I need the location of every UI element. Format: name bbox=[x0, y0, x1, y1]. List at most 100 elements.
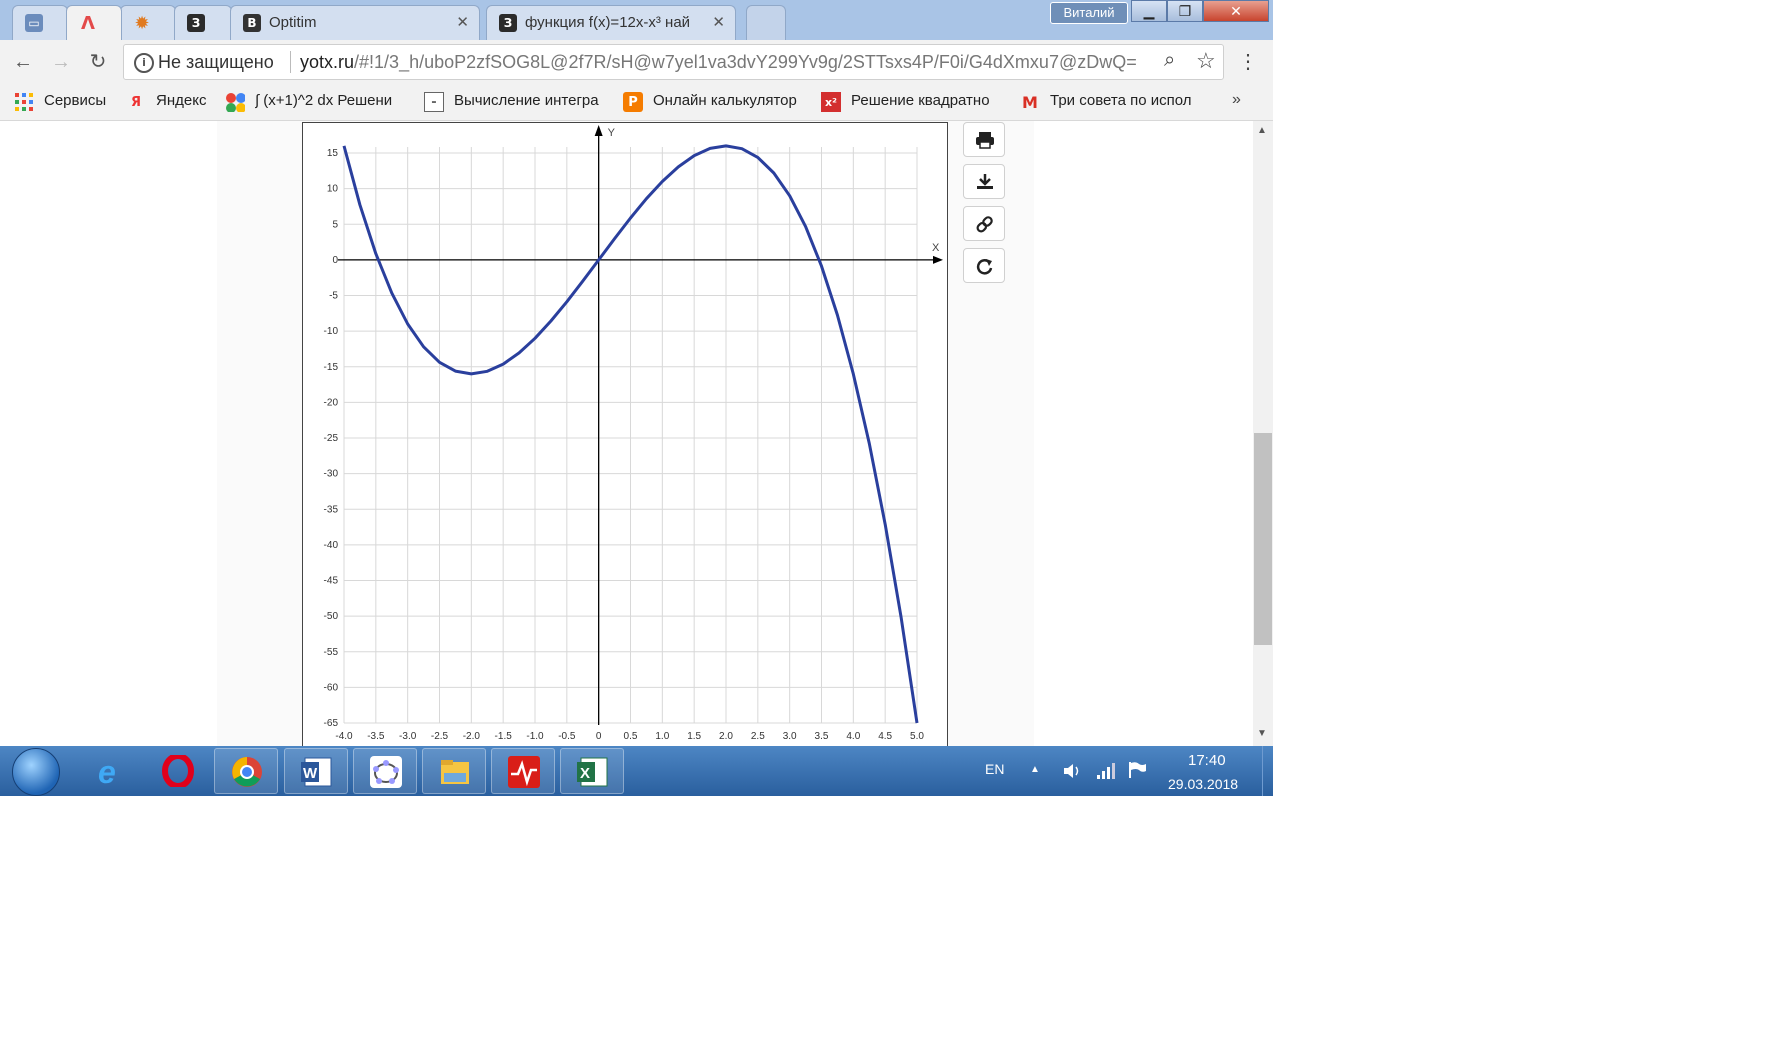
zoom-icon[interactable]: ⌕ bbox=[1164, 49, 1175, 72]
x-squared-icon: x² bbox=[821, 92, 841, 112]
close-window-button[interactable]: ✕ bbox=[1203, 0, 1269, 22]
new-tab-button[interactable] bbox=[746, 5, 786, 40]
bookmarks-bar: Сервисы Я Яндекс ∫ (x+1)^2 dx Решени - В… bbox=[0, 84, 1273, 121]
print-icon bbox=[976, 132, 994, 149]
clock-time[interactable]: 17:40 bbox=[1188, 752, 1226, 769]
bookmark-online-calc[interactable]: P Онлайн калькулятор bbox=[623, 91, 808, 113]
x-tick-label: 4.5 bbox=[878, 731, 892, 742]
x-tick-label: 5.0 bbox=[910, 731, 924, 742]
url-input[interactable]: yotx.ru/#!1/3_h/uboP2zfSOG8L@2f7R/sH@w7y… bbox=[300, 52, 1150, 73]
vertical-scrollbar[interactable]: ▲ ▼ bbox=[1253, 121, 1273, 746]
bookmark-yandex[interactable]: Я Яндекс bbox=[126, 91, 216, 113]
browser-toolbar: ← → ↻ i Не защищено yotx.ru/#!1/3_h/uboP… bbox=[0, 40, 1273, 84]
volume-icon[interactable] bbox=[1062, 761, 1084, 781]
minimize-button[interactable]: ▁ bbox=[1131, 0, 1167, 22]
taskbar-ie[interactable]: e bbox=[78, 748, 142, 794]
scroll-up-icon[interactable]: ▲ bbox=[1257, 125, 1267, 136]
address-bar[interactable]: i Не защищено yotx.ru/#!1/3_h/uboP2zfSOG… bbox=[123, 44, 1224, 80]
share-icon bbox=[976, 259, 993, 275]
tab-z[interactable]: З bbox=[174, 5, 232, 40]
y-tick-label: -65 bbox=[324, 718, 339, 729]
show-desktop-button[interactable] bbox=[1262, 746, 1273, 796]
scroll-thumb[interactable] bbox=[1254, 433, 1272, 645]
tab-title: функция f(x)=12x-x³ най bbox=[525, 14, 691, 31]
x-tick-label: 0.5 bbox=[624, 731, 638, 742]
lambda-icon: Λ bbox=[81, 12, 95, 34]
scroll-down-icon[interactable]: ▼ bbox=[1257, 728, 1267, 739]
function-graph: X Y -4.0 -3.5 -3.0 -2.5 -2.0 -1.5 -1.0 -0.5 0 0.5 1.… bbox=[302, 122, 948, 762]
share-button[interactable] bbox=[963, 248, 1005, 283]
action-center-flag-icon[interactable] bbox=[1127, 760, 1149, 780]
x-tick-label: 2.0 bbox=[719, 731, 733, 742]
taskbar-geogebra[interactable] bbox=[353, 748, 417, 794]
ie-icon: e bbox=[98, 755, 116, 787]
y-tick-label: -55 bbox=[324, 647, 339, 658]
info-icon[interactable]: i bbox=[134, 53, 154, 73]
bookmarks-more-button[interactable]: » bbox=[1232, 91, 1248, 113]
x-tick-label: -0.5 bbox=[558, 731, 576, 742]
yandex-icon: Я bbox=[130, 94, 141, 110]
download-button[interactable] bbox=[963, 164, 1005, 199]
bookmark-services[interactable]: Сервисы bbox=[14, 91, 114, 113]
back-icon[interactable]: ← bbox=[10, 49, 36, 75]
forward-icon[interactable]: → bbox=[48, 49, 74, 75]
close-tab-icon[interactable]: ✕ bbox=[456, 13, 469, 31]
user-profile-badge[interactable]: Виталий bbox=[1050, 2, 1128, 24]
tab-window[interactable]: ▭ bbox=[12, 5, 68, 40]
bookmark-integral[interactable]: ∫ (x+1)^2 dx Решени bbox=[225, 91, 410, 113]
x-axis-arrow bbox=[933, 255, 943, 264]
p-site-icon: P bbox=[623, 92, 643, 112]
taskbar-explorer[interactable] bbox=[422, 748, 486, 794]
y-tick-label: -15 bbox=[324, 362, 339, 373]
print-button[interactable] bbox=[963, 122, 1005, 157]
language-indicator[interactable]: EN bbox=[985, 761, 1004, 777]
menu-icon[interactable]: ⋮ bbox=[1238, 49, 1258, 74]
opera-icon bbox=[162, 755, 194, 787]
bookmark-gmail[interactable]: M Три совета по испол bbox=[1020, 91, 1205, 113]
x-tick-label: -1.5 bbox=[495, 731, 513, 742]
link-button[interactable] bbox=[963, 206, 1005, 241]
x-tick-label: -3.0 bbox=[399, 731, 417, 742]
excel-icon: X bbox=[577, 757, 608, 787]
taskbar-chrome[interactable] bbox=[214, 748, 278, 794]
maximize-button[interactable]: ❐ bbox=[1167, 0, 1203, 22]
taskbar-media[interactable] bbox=[491, 748, 555, 794]
network-icon[interactable] bbox=[1095, 761, 1117, 781]
tab-optitim[interactable]: B Optitim ✕ bbox=[230, 5, 480, 40]
bookmark-label: ∫ (x+1)^2 dx Решени bbox=[255, 92, 393, 109]
y-tick-label: -40 bbox=[324, 540, 339, 551]
x-tick-label: 1.0 bbox=[655, 731, 669, 742]
word-icon: W bbox=[301, 757, 332, 787]
page-icon: - bbox=[424, 92, 444, 112]
bookmark-integral-calc[interactable]: - Вычисление интегра bbox=[424, 91, 609, 113]
y-tick-label: -30 bbox=[324, 469, 339, 480]
tab-active[interactable]: Λ bbox=[66, 5, 122, 40]
y-tick-label: -50 bbox=[324, 611, 339, 622]
media-icon bbox=[508, 756, 540, 788]
bookmark-quadratic[interactable]: x² Решение квадратно bbox=[821, 91, 1006, 113]
tab-gear[interactable]: ✹ bbox=[120, 5, 176, 40]
bookmark-label: Сервисы bbox=[44, 92, 107, 109]
window-icon: ▭ bbox=[25, 14, 43, 32]
download-icon bbox=[977, 174, 993, 189]
dots-icon bbox=[226, 93, 245, 112]
close-tab-icon[interactable]: ✕ bbox=[712, 13, 725, 31]
z-site-icon: З bbox=[499, 14, 517, 32]
clock-date[interactable]: 29.03.2018 bbox=[1168, 776, 1238, 792]
taskbar-opera[interactable] bbox=[146, 748, 210, 794]
x-axis-label: X bbox=[932, 242, 940, 254]
taskbar: e W X EN ▲ 17:40 29.03.2018 bbox=[0, 746, 1273, 796]
tab-function[interactable]: З функция f(x)=12x-x³ най ✕ bbox=[486, 5, 736, 40]
y-tick-label: -20 bbox=[324, 397, 339, 408]
taskbar-word[interactable]: W bbox=[284, 748, 348, 794]
start-button[interactable] bbox=[12, 748, 60, 796]
taskbar-excel[interactable]: X bbox=[560, 748, 624, 794]
gmail-icon: M bbox=[1022, 92, 1038, 112]
x-tick-label: 3.5 bbox=[815, 731, 829, 742]
x-tick-label: 3.0 bbox=[783, 731, 797, 742]
y-tick-label: 15 bbox=[327, 148, 339, 159]
tray-expand-icon[interactable]: ▲ bbox=[1030, 764, 1040, 775]
star-icon[interactable]: ☆ bbox=[1196, 48, 1216, 74]
gear-icon: ✹ bbox=[134, 12, 150, 34]
reload-icon[interactable]: ↻ bbox=[85, 49, 111, 75]
